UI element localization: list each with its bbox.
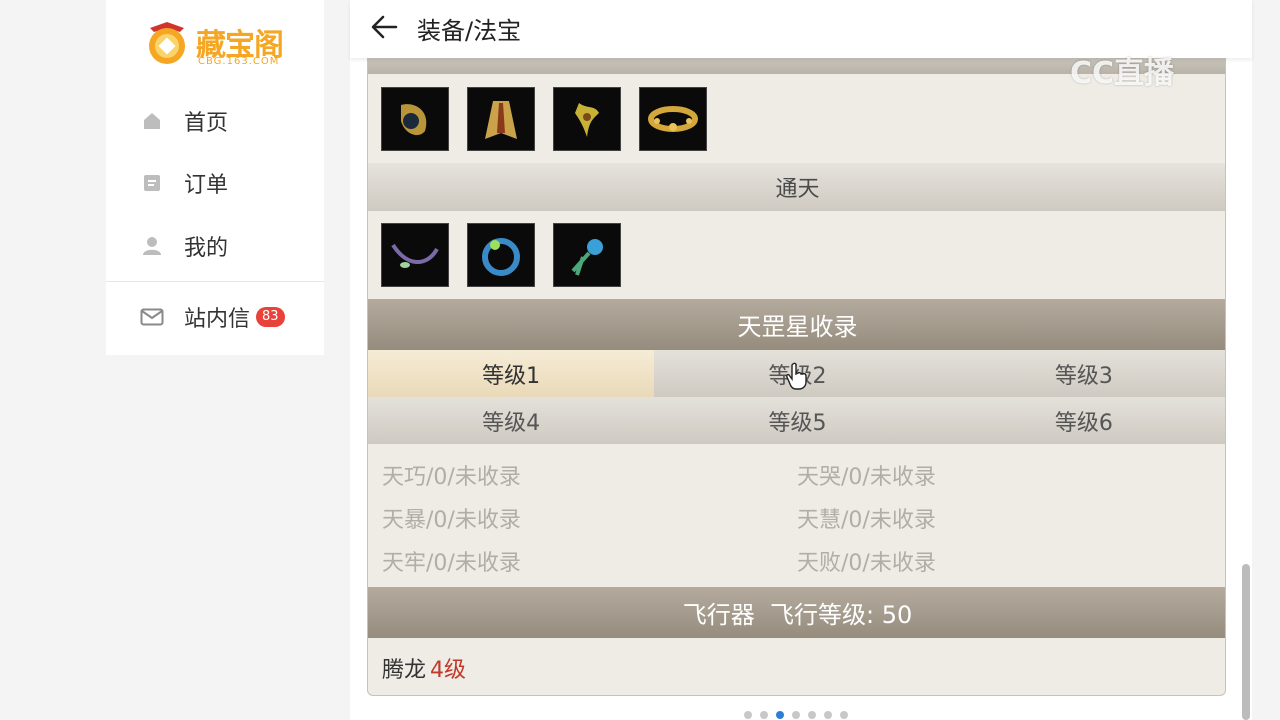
carousel-dot[interactable] — [760, 711, 768, 719]
order-icon — [140, 171, 164, 195]
sidebar: 藏宝阁 CBG.163.COM 首页 订单 我的 站内信 83 — [106, 0, 324, 355]
logo-subtext: CBG.163.COM — [198, 56, 280, 67]
collection-row: 天暴/0/未收录 天慧/0/未收录 — [382, 496, 1212, 539]
collection-entry: 天哭/0/未收录 — [797, 464, 936, 490]
tab-level-5[interactable]: 等级5 — [654, 397, 941, 444]
tongtian-row — [381, 223, 621, 287]
section-header-tongtian: 通天 — [368, 163, 1225, 211]
tab-level-3[interactable]: 等级3 — [940, 350, 1225, 397]
main-panel: 装备/法宝 通天 天罡星收录 等级1 等级3 等级4 等级5 等级6 天巧/0/… — [350, 0, 1252, 720]
necklace-icon — [391, 243, 439, 268]
equipment-item[interactable] — [639, 87, 707, 151]
unread-badge: 83 — [256, 307, 285, 327]
collection-list: 天巧/0/未收录 天哭/0/未收录 天暴/0/未收录 天慧/0/未收录 天牢/0… — [382, 453, 1212, 582]
pendant-icon — [575, 103, 599, 137]
equipment-item[interactable] — [467, 87, 535, 151]
tab-level-1[interactable]: 等级1 — [368, 350, 655, 397]
sidebar-item-mine[interactable]: 我的 — [140, 226, 310, 266]
tab-level-4[interactable]: 等级4 — [368, 397, 655, 444]
charm-icon — [571, 239, 603, 276]
sidebar-item-messages[interactable]: 站内信 83 — [140, 297, 310, 337]
collection-entry: 天慧/0/未收录 — [797, 507, 936, 533]
sidebar-item-label: 我的 — [184, 236, 229, 261]
treasure-bell-icon — [149, 22, 185, 64]
sidebar-divider — [106, 281, 324, 282]
page-title: 装备/法宝 — [417, 17, 522, 45]
collection-entry: 天巧/0/未收录 — [382, 464, 521, 490]
flyer-name: 腾龙 — [382, 658, 427, 683]
scrollbar-thumb[interactable] — [1242, 564, 1250, 720]
section-header-tiangang: 天罡星收录 — [368, 299, 1225, 350]
sidebar-item-label: 订单 — [184, 173, 229, 198]
back-button[interactable] — [368, 10, 402, 44]
collection-row: 天牢/0/未收录 天败/0/未收录 — [382, 539, 1212, 582]
collection-entry: 天败/0/未收录 — [797, 550, 936, 576]
home-icon — [140, 109, 164, 133]
logo[interactable]: 藏宝阁 CBG.163.COM — [140, 14, 300, 72]
carousel-dot[interactable] — [808, 711, 816, 719]
sidebar-item-label: 首页 — [184, 111, 229, 136]
equipment-item[interactable] — [381, 87, 449, 151]
carousel-dot[interactable] — [824, 711, 832, 719]
user-icon — [140, 234, 164, 258]
tongtian-item[interactable] — [467, 223, 535, 287]
collection-row: 天巧/0/未收录 天哭/0/未收录 — [382, 453, 1212, 496]
sidebar-item-home[interactable]: 首页 — [140, 101, 310, 141]
carousel-dot[interactable] — [792, 711, 800, 719]
back-arrow-icon — [371, 15, 398, 39]
sidebar-item-orders[interactable]: 订单 — [140, 163, 310, 203]
armor-icon — [485, 101, 517, 139]
flyer-info: 腾龙 4级 — [382, 652, 466, 684]
flyer-level: 4级 — [430, 658, 467, 683]
level-tabs-row-2: 等级4 等级5 等级6 — [368, 397, 1225, 444]
belt-icon — [648, 106, 698, 132]
tab-level-6[interactable]: 等级6 — [940, 397, 1225, 444]
equipment-row — [381, 87, 707, 151]
collection-entry: 天牢/0/未收录 — [382, 550, 521, 576]
carousel-dot[interactable] — [840, 711, 848, 719]
equipment-item[interactable] — [553, 87, 621, 151]
sidebar-item-label: 站内信 — [184, 307, 251, 332]
carousel-dot[interactable] — [776, 711, 784, 719]
mail-icon — [140, 305, 164, 329]
carousel-dot[interactable] — [744, 711, 752, 719]
ring-icon — [482, 238, 520, 276]
section-header-flyer: 飞行器 飞行等级: 50 — [368, 587, 1225, 638]
tongtian-item[interactable] — [381, 223, 449, 287]
tongtian-item[interactable] — [553, 223, 621, 287]
carousel-dots — [744, 711, 848, 719]
stream-watermark: CC直播 — [1070, 56, 1175, 91]
hand-cursor-icon — [786, 362, 807, 390]
accessory-icon — [401, 104, 427, 136]
collection-entry: 天暴/0/未收录 — [382, 507, 521, 533]
